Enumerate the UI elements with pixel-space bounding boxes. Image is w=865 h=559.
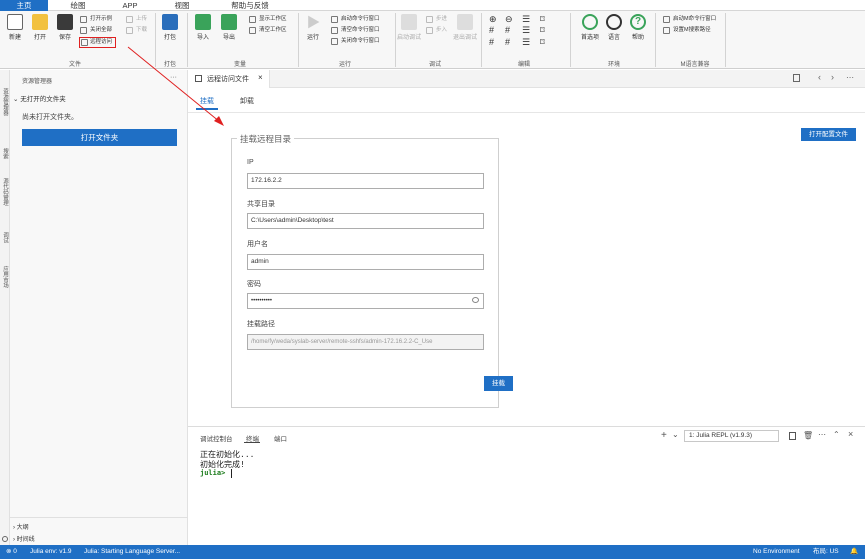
error-count[interactable]: ⊗ 0 bbox=[6, 545, 17, 559]
language-server-status[interactable]: Julia: Starting Language Server... bbox=[84, 545, 180, 559]
panel-tab-indicator bbox=[244, 442, 260, 443]
layout-status[interactable]: 布局: US bbox=[813, 545, 839, 559]
terminal-select[interactable]: 1: Julia REPL (v1.9.3) bbox=[684, 430, 779, 442]
status-bar: ⊗ 0 Julia env: v1.9 Julia: Starting Lang… bbox=[0, 545, 865, 559]
terminal-cursor bbox=[231, 469, 232, 478]
julia-env-status[interactable]: Julia env: v1.9 bbox=[30, 545, 72, 559]
trash-icon[interactable]: 🗑 bbox=[803, 431, 813, 440]
panel-tab-debug-console[interactable]: 调试控制台 bbox=[200, 433, 233, 443]
terminal-more-icon[interactable]: ⋯ bbox=[818, 430, 826, 439]
split-terminal-icon[interactable] bbox=[789, 432, 796, 440]
error-count-value: 0 bbox=[13, 548, 17, 555]
notification-icon[interactable]: 🔔 bbox=[850, 545, 858, 559]
chevron-up-icon[interactable]: ⌃ bbox=[833, 430, 840, 439]
new-terminal-icon[interactable]: + bbox=[661, 430, 667, 441]
panel-tab-ports[interactable]: 端口 bbox=[274, 433, 287, 443]
panel-area: 调试控制台 终端 端口 + ⌄ 1: Julia REPL (v1.9.3) 🗑… bbox=[188, 426, 865, 545]
close-panel-icon[interactable]: × bbox=[848, 429, 853, 439]
julia-prompt[interactable]: julia> bbox=[200, 469, 225, 477]
chevron-down-icon[interactable]: ⌄ bbox=[672, 430, 679, 439]
environment-status[interactable]: No Environment bbox=[753, 545, 800, 559]
